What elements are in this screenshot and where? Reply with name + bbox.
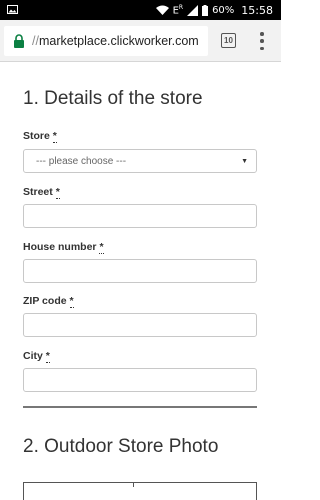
street-input[interactable] (23, 204, 257, 228)
photo-upload-area[interactable] (23, 482, 257, 500)
more-vert-icon[interactable] (259, 32, 265, 50)
city-input[interactable] (23, 368, 257, 392)
house-number-input[interactable] (23, 259, 257, 283)
zip-code-label: ZIP code * (23, 295, 74, 308)
required-marker: * (45, 350, 50, 363)
battery-percent: 60% (212, 4, 235, 16)
section-divider (23, 406, 257, 408)
house-number-label: House number * (23, 241, 104, 254)
required-marker: * (69, 295, 74, 308)
network-type-label: ER (172, 3, 184, 17)
dropdown-caret-icon: ▼ (241, 158, 248, 165)
tab-count: 10 (224, 36, 233, 45)
lock-icon (14, 34, 24, 48)
store-select-value: --- please choose --- (36, 155, 127, 167)
browser-toolbar: //marketplace.clickworker.com 10 (0, 20, 281, 62)
gallery-notification-icon (7, 5, 18, 14)
street-label: Street * (23, 186, 60, 199)
status-bar: ER 60% 15:58 (0, 0, 281, 20)
clock: 15:58 (241, 3, 273, 17)
photo-box-marker (133, 483, 134, 487)
section-title-outdoor-photo: 2. Outdoor Store Photo (23, 436, 219, 457)
address-bar[interactable]: //marketplace.clickworker.com (4, 26, 208, 56)
store-label: Store * (23, 130, 57, 143)
tabs-button[interactable]: 10 (221, 33, 236, 48)
required-marker: * (52, 130, 57, 143)
zip-code-input[interactable] (23, 313, 257, 337)
city-label: City * (23, 350, 50, 363)
battery-icon (202, 4, 209, 16)
signal-icon (187, 4, 199, 16)
required-marker: * (99, 241, 104, 254)
required-marker: * (55, 186, 60, 199)
url-host: marketplace.clickworker.com (38, 34, 199, 48)
store-select[interactable]: --- please choose --- ▼ (23, 149, 257, 173)
wifi-icon (155, 5, 169, 15)
section-title-store-details: 1. Details of the store (23, 88, 203, 109)
url-scheme: // (32, 34, 39, 48)
url-text: //marketplace.clickworker.com (32, 34, 199, 48)
